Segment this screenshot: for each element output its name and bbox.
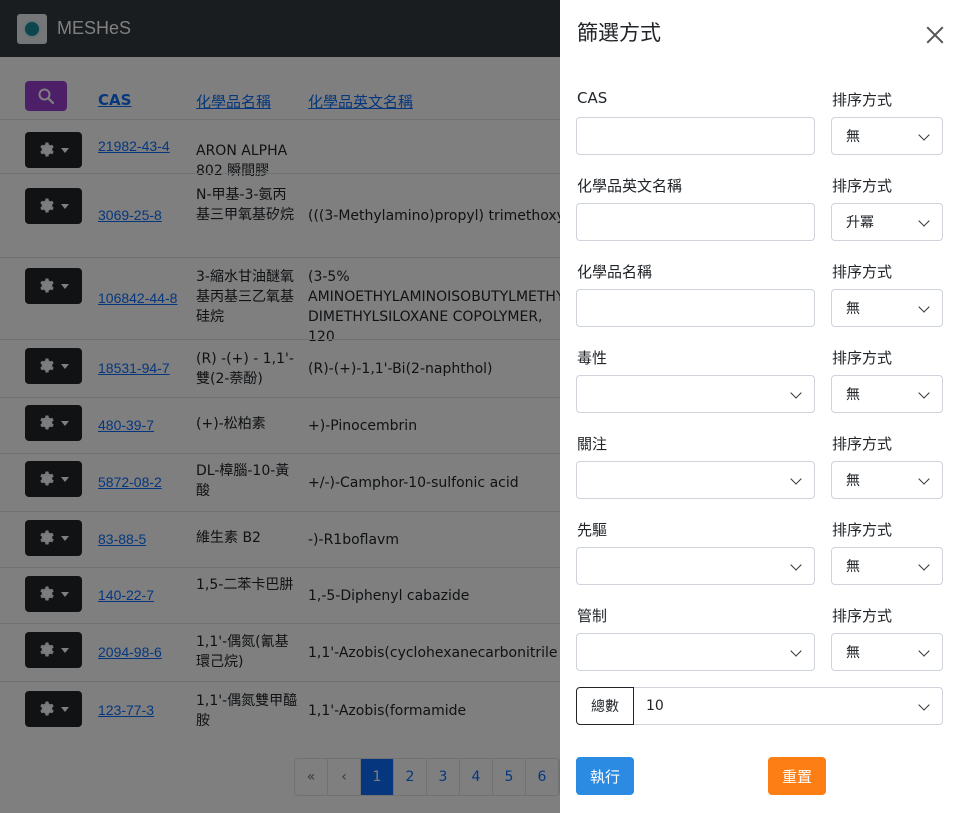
sort-order-select[interactable]: 無	[831, 547, 943, 585]
sort-order-value: 無	[846, 387, 860, 403]
chevron-down-icon	[790, 473, 802, 485]
sort-order-select[interactable]: 無	[831, 117, 943, 155]
filter-select[interactable]	[576, 633, 815, 671]
chevron-down-icon	[918, 129, 930, 141]
filter-input[interactable]	[576, 289, 815, 327]
chevron-down-icon	[918, 645, 930, 657]
filter-field-label: 化學品名稱	[577, 263, 653, 281]
filter-input[interactable]	[576, 203, 815, 241]
filter-field-label: 管制	[577, 607, 608, 625]
filter-field-label: 毒性	[577, 349, 608, 367]
sort-order-value: 無	[846, 473, 860, 489]
filter-input[interactable]	[576, 117, 815, 155]
chevron-down-icon	[918, 559, 930, 571]
sort-order-value: 無	[846, 559, 860, 575]
sort-order-label: 排序方式	[832, 435, 893, 453]
sort-order-value: 無	[846, 129, 860, 145]
sort-order-label: 排序方式	[832, 607, 893, 625]
sort-order-label: 排序方式	[832, 91, 893, 109]
chevron-down-icon	[918, 473, 930, 485]
sort-order-value: 升冪	[846, 215, 874, 231]
sort-order-value: 無	[846, 301, 860, 317]
chevron-down-icon	[918, 387, 930, 399]
filter-field-label: CAS	[577, 89, 608, 107]
filter-select[interactable]	[576, 547, 815, 585]
chevron-down-icon	[918, 699, 930, 711]
filter-field-label: 化學品英文名稱	[577, 177, 683, 195]
sort-order-label: 排序方式	[832, 263, 893, 281]
sort-order-label: 排序方式	[832, 177, 893, 195]
run-button[interactable]: 執行	[576, 757, 634, 795]
sort-order-value: 無	[846, 645, 860, 661]
chevron-down-icon	[790, 645, 802, 657]
filter-panel: 篩選方式 CAS 排序方式無化學品英文名稱 排序方式 升冪 化學品名稱 排序方式無毒性 排序…	[560, 0, 958, 813]
total-count-select[interactable]: 10	[634, 687, 943, 725]
filter-select[interactable]	[576, 375, 815, 413]
sort-order-select[interactable]: 無	[831, 375, 943, 413]
filter-field-label: 關注	[577, 435, 608, 453]
sort-order-select[interactable]: 無	[831, 633, 943, 671]
close-icon[interactable]	[924, 24, 946, 46]
sort-order-select[interactable]: 無	[831, 461, 943, 499]
chevron-down-icon	[918, 301, 930, 313]
total-count-label: 總數	[576, 687, 634, 725]
sort-order-select[interactable]: 升冪	[831, 203, 943, 241]
chevron-down-icon	[790, 387, 802, 399]
reset-button[interactable]: 重置	[768, 757, 826, 795]
total-count-group: 總數 10	[576, 687, 943, 725]
total-count-value: 10	[646, 698, 664, 714]
modal-backdrop[interactable]	[0, 0, 560, 813]
filter-select[interactable]	[576, 461, 815, 499]
sort-order-label: 排序方式	[832, 521, 893, 539]
filter-panel-title: 篩選方式	[577, 21, 661, 45]
chevron-down-icon	[790, 559, 802, 571]
sort-order-label: 排序方式	[832, 349, 893, 367]
sort-order-select[interactable]: 無	[831, 289, 943, 327]
filter-field-label: 先驅	[577, 521, 608, 539]
chevron-down-icon	[918, 215, 930, 227]
